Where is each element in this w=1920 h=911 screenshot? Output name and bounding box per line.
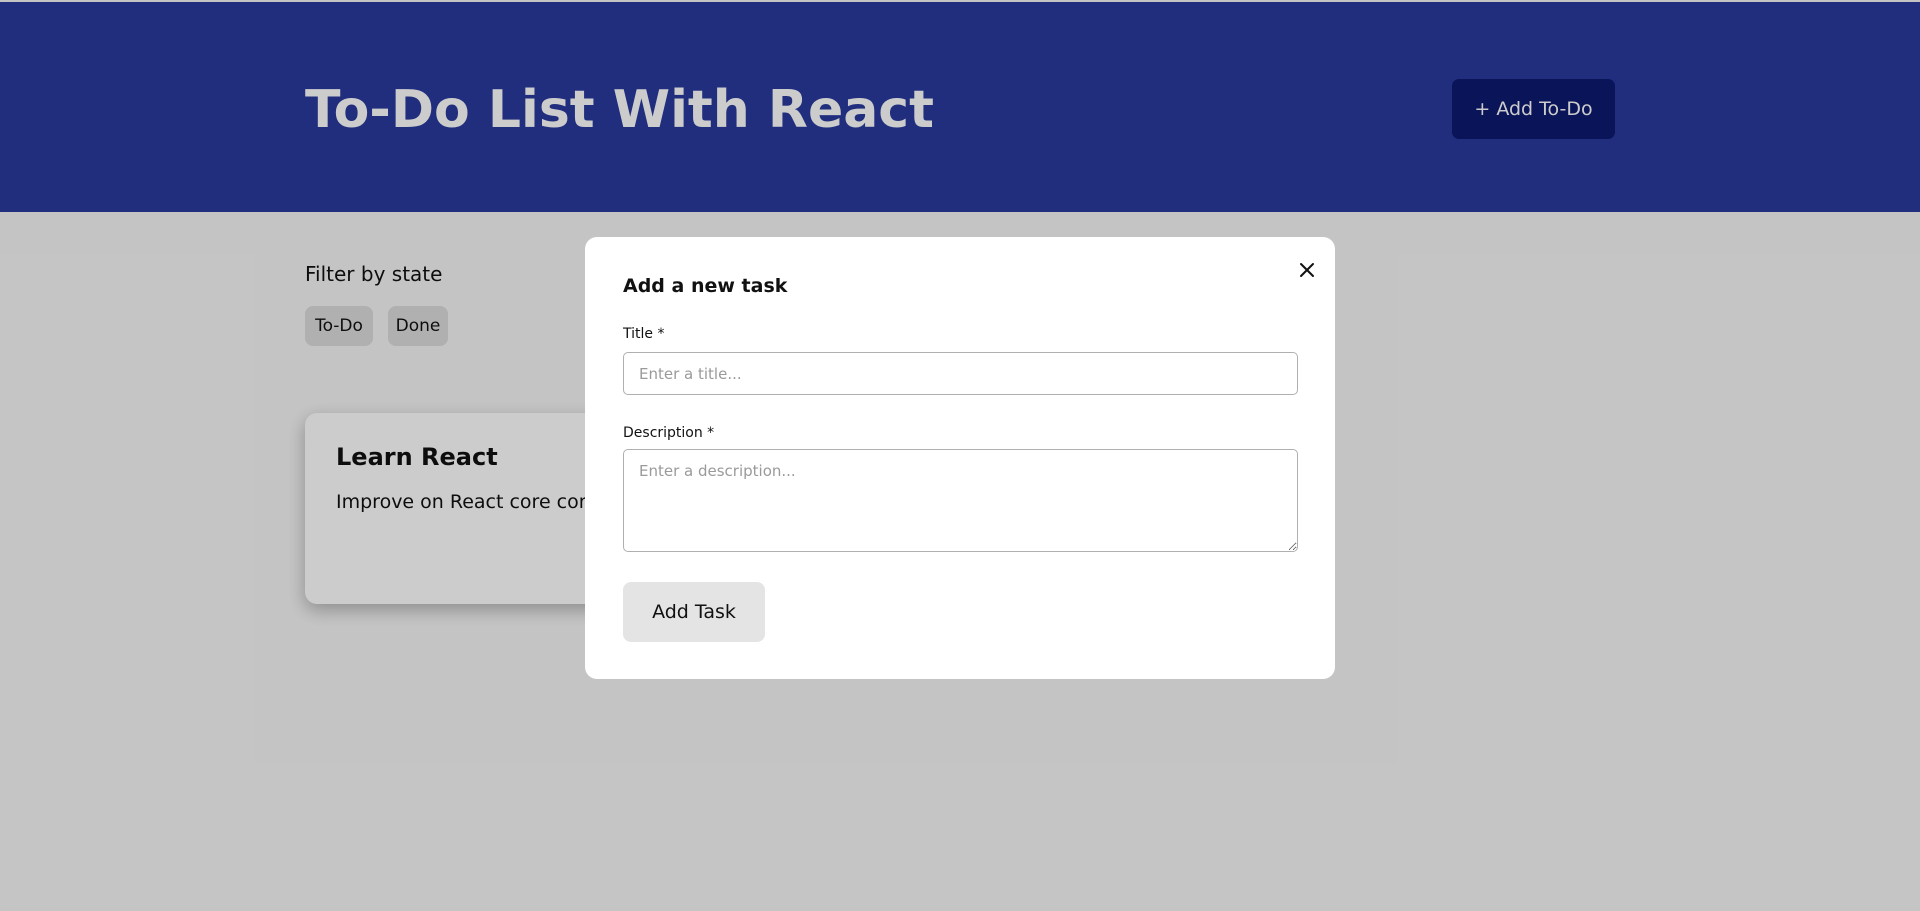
add-task-modal: Add a new task Title * Description * Add… (585, 237, 1335, 679)
close-icon (1300, 263, 1314, 277)
modal-title: Add a new task (623, 275, 788, 297)
close-button[interactable] (1292, 255, 1322, 285)
title-input[interactable] (623, 352, 1298, 395)
description-input[interactable] (623, 449, 1298, 552)
add-task-button[interactable]: Add Task (623, 582, 765, 642)
title-label: Title * (623, 326, 665, 342)
description-label: Description * (623, 425, 715, 441)
